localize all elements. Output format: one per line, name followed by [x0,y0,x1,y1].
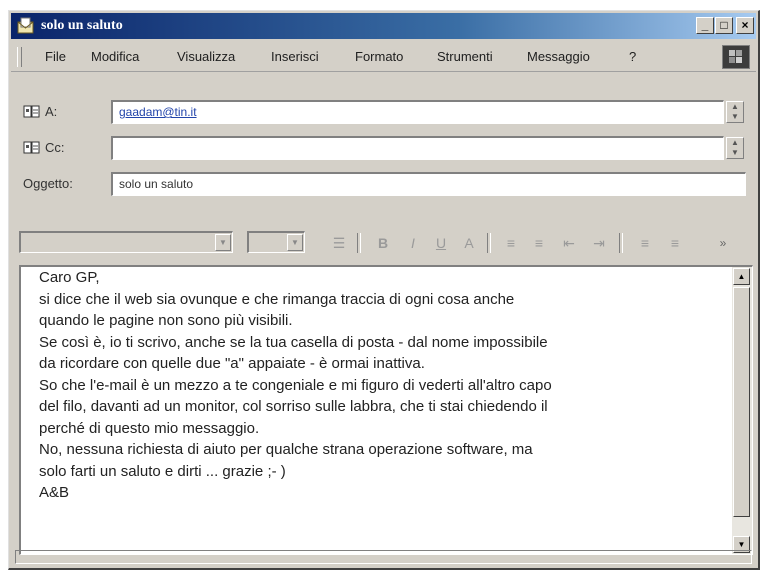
to-field[interactable]: gaadam@tin.it [111,100,724,124]
address-book-icon[interactable] [23,140,41,156]
toolbar-separator [357,233,361,253]
recipient-address[interactable]: gaadam@tin.it [119,105,197,119]
formatting-toolbar: ▼ ▼ ☰ B I U A ≡ ≡ ⇤ ⇥ ≡ ≡ » [11,223,756,259]
message-line: solo farti un saluto e dirti ... grazie … [39,462,286,480]
message-line: So che l'e-mail è un mezzo a te congenia… [39,376,552,394]
chevron-down-icon[interactable]: ▼ [287,234,303,251]
menu-visualizza[interactable]: Visualizza [177,49,235,64]
title-bar[interactable]: solo un saluto _ □ × [11,13,756,39]
subject-label: Oggetto: [23,176,73,191]
decrease-indent-icon[interactable]: ⇤ [559,233,579,253]
message-line: Se così è, io ti scrivo, anche se la tua… [39,333,548,351]
status-bar [11,548,756,566]
toolbar-separator [487,233,491,253]
message-line: Caro GP, [39,269,100,286]
message-body[interactable]: Caro GP, si dice che il web sia ovunque … [19,265,753,555]
menu-inserisci[interactable]: Inserisci [271,49,319,64]
cc-scroll-button[interactable]: ▲ ▼ [726,137,744,159]
close-button[interactable]: × [736,17,754,34]
menu-formato[interactable]: Formato [355,49,403,64]
toolbar-grip[interactable] [17,47,22,67]
to-row: A: gaadam@tin.it ▲ ▼ [11,99,756,125]
menu-bar: File Modifica Visualizza Inserisci Forma… [11,43,756,72]
message-line: del filo, davanti ad un monitor, col sor… [39,398,548,415]
to-scroll-button[interactable]: ▲ ▼ [726,101,744,123]
increase-indent-icon[interactable]: ⇥ [589,233,609,253]
subject-row: Oggetto: solo un saluto [11,171,756,197]
align-center-icon[interactable]: ≡ [665,233,685,253]
message-line: A&B [39,484,70,501]
address-book-icon[interactable] [23,104,41,120]
scroll-thumb[interactable] [733,287,750,517]
subject-field[interactable]: solo un saluto [111,172,746,196]
to-label: A: [45,104,58,119]
paragraph-style-icon[interactable]: ☰ [329,233,349,253]
menu-strumenti[interactable]: Strumenti [437,49,493,64]
cc-row: Cc: ▲ ▼ [11,135,756,161]
message-line: perché di questo mio messaggio. [39,419,260,437]
menu-messaggio[interactable]: Messaggio [527,49,590,64]
more-tools-icon[interactable]: » [713,233,733,253]
window-title: solo un saluto [41,18,123,33]
chevron-down-icon[interactable]: ▼ [215,234,231,251]
bullet-list-icon[interactable]: ≡ [529,233,549,253]
maximize-button[interactable]: □ [715,17,733,34]
message-line: da ricordare con quelle due "a" appaiate… [39,355,425,372]
toolbar-separator [619,233,623,253]
envelope-letter-icon [17,17,34,34]
vertical-scrollbar[interactable]: ▲ ▼ [732,267,752,554]
font-color-icon[interactable]: A [459,233,479,253]
italic-icon[interactable]: I [403,233,423,253]
message-text[interactable]: Caro GP, si dice che il web sia ovunque … [39,267,729,504]
font-name-select[interactable]: ▼ [19,231,233,253]
cc-field[interactable] [111,136,724,160]
message-line: No, nessuna richiesta di aiuto per qualc… [39,441,533,458]
minimize-button[interactable]: _ [696,17,714,34]
scroll-up-icon[interactable]: ▲ [733,268,750,285]
message-line: quando le pagine non sono più visibili. [39,312,293,329]
menu-modifica[interactable]: Modifica [91,49,139,64]
underline-icon[interactable]: U [431,233,451,253]
menu-file[interactable]: File [45,49,66,64]
windows-logo-icon [722,45,750,69]
align-left-icon[interactable]: ≡ [635,233,655,253]
menu-help[interactable]: ? [629,49,636,64]
cc-label: Cc: [45,140,65,155]
bold-icon[interactable]: B [373,233,393,253]
font-size-select[interactable]: ▼ [247,231,305,253]
numbered-list-icon[interactable]: ≡ [501,233,521,253]
message-line: si dice che il web sia ovunque e che rim… [39,290,515,308]
compose-window: solo un saluto _ □ × File Modifica Visua… [8,10,760,570]
status-pane [15,550,752,564]
